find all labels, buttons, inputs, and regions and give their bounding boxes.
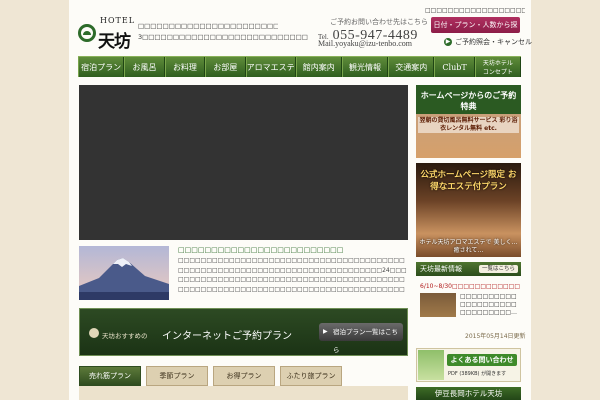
logo-hotel-text: HOTEL xyxy=(100,16,136,25)
nav-item-plans[interactable]: 宿泊プラン xyxy=(78,57,125,77)
tab-seasonal[interactable]: 季節プラン xyxy=(146,366,208,386)
header-tagline-1: □□□□□□□□□□□□□□□□□□□□□□□□ □□□□□□ xyxy=(138,22,278,30)
hero-slideshow[interactable] xyxy=(79,85,408,240)
perks-banner-body: 翌朝の貸切風呂無料サービス 彩り浴衣レンタル無料 etc. xyxy=(418,117,519,133)
news-list-button[interactable]: 一覧はこちら xyxy=(478,265,518,273)
nav-item-aroma[interactable]: アロマエステ xyxy=(245,57,296,77)
tab-content-area xyxy=(79,386,408,400)
news-thumbnail[interactable] xyxy=(420,293,456,317)
tab-bargain[interactable]: お得プラン xyxy=(213,366,275,386)
mail-link[interactable]: Mail.yoyaku@izu-tenbo.com xyxy=(318,39,412,48)
logo-mark-icon xyxy=(78,24,96,42)
esthe-plan-banner[interactable]: 公式ホームページ限定 お得なエステ付プラン ホテル天坊アロマエステで 美しく…癒… xyxy=(416,163,521,257)
mt-fuji-image xyxy=(79,246,169,300)
plan-banner-title: インターネットご予約プラン xyxy=(162,331,292,342)
nav-item-cuisine[interactable]: お料理 xyxy=(164,57,206,77)
esthe-banner-body: ホテル天坊アロマエステで 美しく…癒されて… xyxy=(419,239,518,254)
reservation-cancel-link[interactable]: ▶ ご予約照会・キャンセル xyxy=(444,37,532,47)
reservation-perks-banner[interactable]: ホームページからのご予約特典 翌朝の貸切風呂無料サービス 彩り浴衣レンタル無料 … xyxy=(416,85,521,158)
nav-item-sightseeing[interactable]: 観光情報 xyxy=(341,57,389,77)
global-nav: 宿泊プラン お風呂 お料理 お部屋 アロマエステ 館内案内 観光情報 交通案内 … xyxy=(78,56,522,77)
arrow-circle-icon: ▶ xyxy=(444,38,452,46)
tenbo-emblem-icon xyxy=(89,328,99,338)
faq-banner[interactable]: よくある問い合わせ PDF (389KB) が開きます xyxy=(416,348,521,382)
news-item-text[interactable]: □□□□□□□□□□□□□□□□□□□□□□□□□□□□□… xyxy=(460,293,522,317)
header-top-right-text: □□□□□□□□□□□□□□□□□□□□□□ □□□□□□ xyxy=(425,7,525,14)
news-item-date: 2015年05月14日更新 xyxy=(465,333,526,340)
cancel-link-label: ご予約照会・キャンセル xyxy=(455,38,532,46)
plan-banner-small: 天坊おすすめの xyxy=(102,332,148,340)
tab-bestseller[interactable]: 売れ筋プラン xyxy=(79,366,141,386)
news-highlight-line[interactable]: 6/10~8/30□□□□□□□□□□□□□□□□□ xyxy=(420,283,520,290)
esthe-banner-title: 公式ホームページ限定 お得なエステ付プラン xyxy=(420,170,517,192)
nav-concept-line1: 天坊ホテル xyxy=(482,60,513,67)
nav-item-access[interactable]: 交通案内 xyxy=(388,57,435,77)
faq-title: よくある問い合わせ xyxy=(447,354,517,366)
sidebar-footer-title[interactable]: 伊豆長岡ホテル天坊 xyxy=(416,387,521,400)
hotel-logo[interactable]: HOTEL 天坊 xyxy=(78,14,136,52)
faq-subtitle: PDF (389KB) が開きます xyxy=(448,371,507,377)
tab-couple[interactable]: ふたり旅プラン xyxy=(280,366,342,386)
nav-item-bath[interactable]: お風呂 xyxy=(124,57,165,77)
staff-photo xyxy=(418,350,444,380)
search-plan-button[interactable]: 日付・プラン・人数から探す xyxy=(431,17,520,45)
header-tagline-2: 3□□□□□□□□□□□□□□□□□□□□□□□□□□□□□□□□□□□□□□ xyxy=(138,33,308,41)
nav-item-concept[interactable]: 天坊ホテル コンセプト xyxy=(474,57,522,77)
plan-tabs: 売れ筋プラン 季節プラン お得プラン ふたり旅プラン xyxy=(79,366,342,386)
perks-banner-title: ホームページからのご予約特典 xyxy=(420,91,517,111)
news-main-body: □□□□□□□□□□□□□□□□□□□□□□□□□□□□□□□□□□□□□□□□… xyxy=(178,257,407,293)
nav-concept-line2: コンセプト xyxy=(482,69,513,76)
nav-item-rooms[interactable]: お部屋 xyxy=(205,57,246,77)
latest-news-title: 天坊最新情報 xyxy=(420,265,462,273)
internet-plan-banner: 天坊おすすめの インターネットご予約プラン 宿泊プラン一覧はこちら xyxy=(79,308,408,356)
nav-item-club[interactable]: ClubT xyxy=(434,57,475,77)
nav-item-facility[interactable]: 館内案内 xyxy=(295,57,342,77)
news-main-title[interactable]: □□□□□□□□□□□□□□□□□□□□□□□□□ xyxy=(178,246,408,254)
plan-list-button[interactable]: 宿泊プラン一覧はこちら xyxy=(319,323,403,354)
logo-name-text: 天坊 xyxy=(98,32,131,52)
latest-news-header: 天坊最新情報 一覧はこちら xyxy=(416,262,521,276)
